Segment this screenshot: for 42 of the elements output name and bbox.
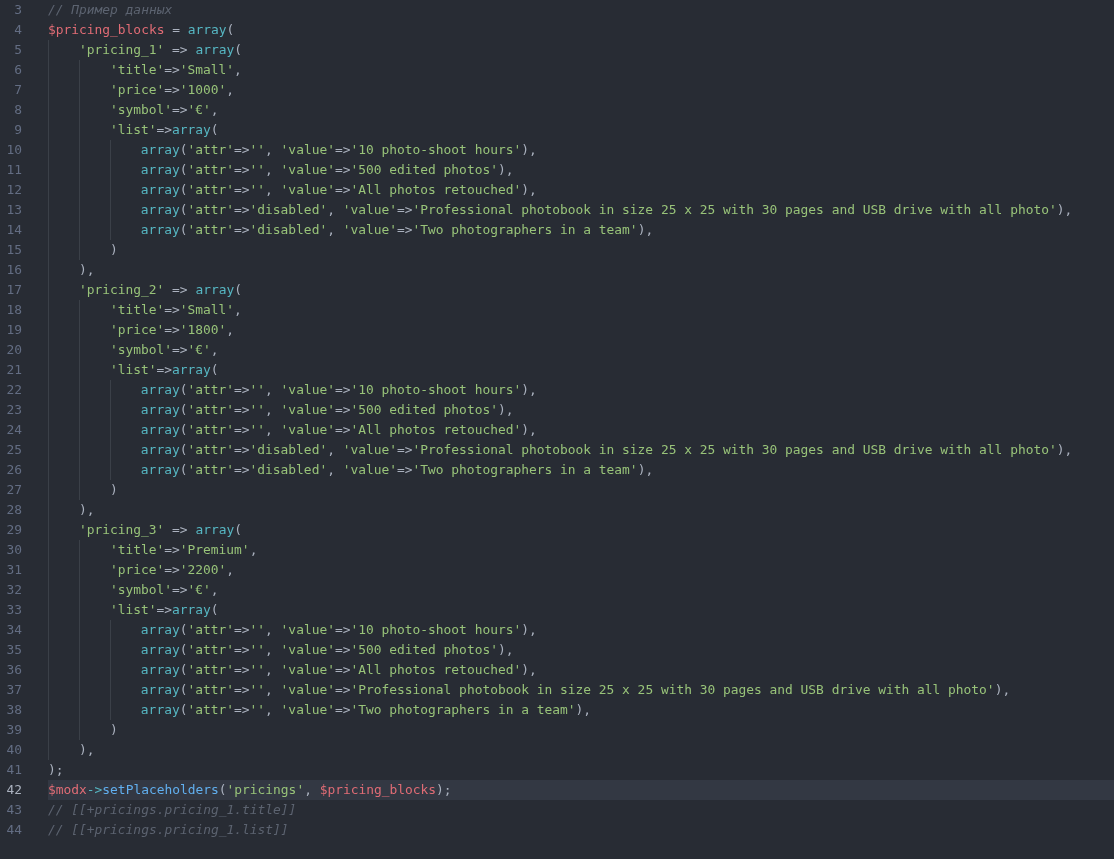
line-number: 37 [5,681,22,699]
line-number: 32 [5,581,22,599]
line-number: 27 [5,481,22,499]
line-number: 39 [5,721,22,739]
line-number: 12 [5,181,22,199]
line-number: 9 [13,121,22,139]
line-number: 22 [5,381,22,399]
line-number: 30 [5,541,22,559]
line-number: 33 [5,601,22,619]
line-number: 28 [5,501,22,519]
line-number: 26 [5,461,22,479]
line-number: 42 [5,781,22,799]
line-number: 16 [5,261,22,279]
line-number: 23 [5,401,22,419]
line-number: 4 [13,21,22,39]
line-number: 10 [5,141,22,159]
line-number: 44 [5,821,22,839]
line-number: 18 [5,301,22,319]
line-number: 40 [5,741,22,759]
line-number: 15 [5,241,22,259]
line-number: 41 [5,761,22,779]
line-number: 36 [5,661,22,679]
line-number: 3 [13,1,22,19]
line-number: 6 [13,61,22,79]
line-number: 43 [5,801,22,819]
line-number: 38 [5,701,22,719]
line-number: 14 [5,221,22,239]
line-number: 7 [13,81,22,99]
line-number: 29 [5,521,22,539]
line-number: 13 [5,201,22,219]
line-number: 8 [13,101,22,119]
line-number: 11 [5,161,22,179]
line-number: 31 [5,561,22,579]
line-number: 5 [13,41,22,59]
line-number: 35 [5,641,22,659]
line-number: 20 [5,341,22,359]
line-number: 24 [5,421,22,439]
line-number: 17 [5,281,22,299]
line-number: 21 [5,361,22,379]
line-number: 25 [5,441,22,459]
line-number: 19 [5,321,22,339]
line-number: 34 [5,621,22,639]
